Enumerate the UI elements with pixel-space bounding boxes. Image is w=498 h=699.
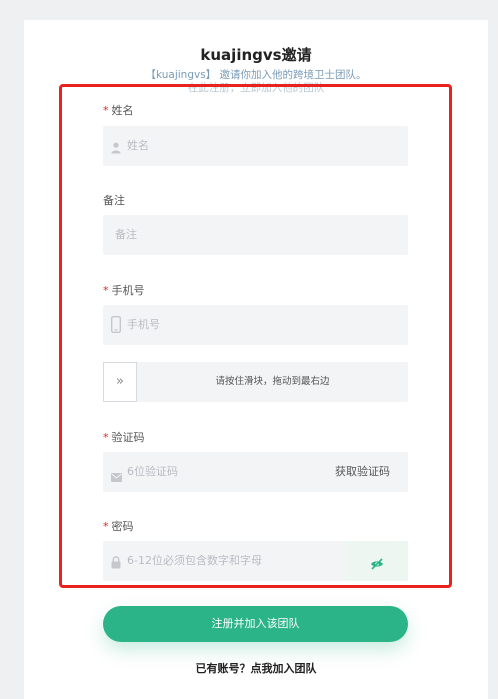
- toggle-password-button[interactable]: [346, 541, 408, 581]
- code-label: * 验证码: [103, 431, 145, 444]
- required-mark: *: [103, 104, 109, 117]
- phone-field[interactable]: 手机号: [103, 305, 408, 345]
- invite-card: kuajingvs邀请 【kuajingvs】 邀请你加入他的跨境卫士团队。 在…: [24, 20, 488, 699]
- remark-placeholder: 备注: [115, 228, 137, 241]
- name-field[interactable]: 姓名: [103, 126, 408, 166]
- required-mark: *: [103, 520, 109, 533]
- name-placeholder: 姓名: [127, 139, 149, 152]
- slider-handle[interactable]: »: [103, 362, 137, 402]
- slider-captcha: » 请按住滑块，拖动到最右边: [103, 362, 408, 402]
- password-label: * 密码: [103, 520, 134, 533]
- mail-icon: [111, 467, 122, 486]
- register-join-button[interactable]: 注册并加入该团队: [103, 606, 408, 642]
- remark-field[interactable]: 备注: [103, 215, 408, 255]
- password-placeholder: 6-12位必须包含数字和字母: [127, 554, 262, 567]
- page-title: kuajingvs邀请: [200, 46, 312, 64]
- password-field[interactable]: 6-12位必须包含数字和字母: [103, 541, 408, 581]
- phone-label: * 手机号: [103, 284, 145, 297]
- login-join-link[interactable]: 已有账号？点我加入团队: [24, 660, 488, 676]
- name-label: * 姓名: [103, 104, 134, 117]
- phone-icon: [110, 315, 122, 337]
- user-icon: [111, 139, 121, 158]
- slider-hint: 请按住滑块，拖动到最右边: [215, 376, 330, 387]
- phone-placeholder: 手机号: [127, 318, 160, 331]
- lock-icon: [111, 554, 121, 573]
- remark-label: 备注: [103, 194, 125, 207]
- code-field[interactable]: 6位验证码 获取验证码: [103, 452, 408, 492]
- required-mark: *: [103, 284, 109, 297]
- get-code-button[interactable]: 获取验证码: [335, 452, 390, 492]
- code-placeholder: 6位验证码: [127, 465, 178, 478]
- required-mark: *: [103, 431, 109, 444]
- eye-off-icon: [370, 555, 384, 574]
